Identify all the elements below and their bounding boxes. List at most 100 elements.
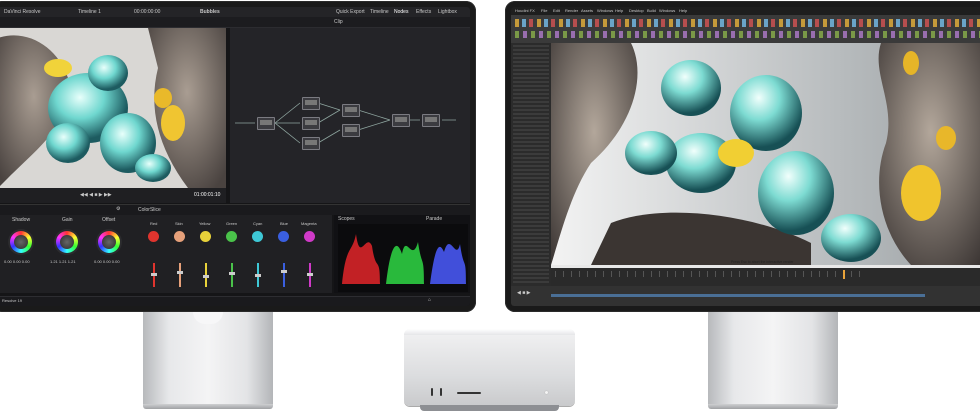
header-tab-quick-export[interactable]: Quick Export: [336, 9, 365, 15]
node-04[interactable]: [302, 137, 320, 150]
bottom-track[interactable]: [551, 294, 925, 297]
slice-label-magenta: Magenta: [301, 221, 317, 226]
slice-yellow-swatch[interactable]: [200, 231, 211, 242]
node-07[interactable]: [392, 114, 410, 127]
right-stand-foot: [708, 404, 838, 409]
slice-slider-green[interactable]: [229, 263, 235, 287]
right-stand: [708, 312, 838, 404]
header-tab-effects[interactable]: Effects: [416, 9, 431, 15]
parade-scope: [338, 224, 468, 292]
slice-slider-red[interactable]: [151, 263, 157, 287]
shelf-icons[interactable]: [515, 19, 980, 27]
power-indicator: [545, 391, 548, 394]
header-tab-timeline[interactable]: Timeline: [370, 9, 389, 15]
menu-build[interactable]: Build: [647, 8, 656, 13]
panel-color-slice[interactable]: ColorSlice: [138, 207, 161, 213]
header-tab-nodes[interactable]: Nodes: [394, 9, 408, 15]
playbar[interactable]: [551, 268, 980, 286]
slice-blue-swatch[interactable]: [278, 231, 289, 242]
tree-rows[interactable]: [513, 45, 549, 284]
slice-slider-skin[interactable]: [177, 263, 183, 287]
viewport-render[interactable]: Press Esc to abort the interactive rende…: [551, 43, 980, 268]
menu-windows-2[interactable]: Windows: [659, 8, 675, 13]
node-08[interactable]: [422, 114, 440, 127]
app-version-label: Resolve 19: [2, 298, 23, 303]
slice-skin-swatch[interactable]: [174, 231, 185, 242]
slice-slider-magenta[interactable]: [307, 263, 313, 287]
node-05[interactable]: [342, 104, 360, 117]
wheel-label-offset: Offset: [102, 217, 116, 223]
slice-label-cyan: Cyan: [253, 221, 263, 226]
usb-c-port-1: [431, 388, 433, 396]
project-name[interactable]: DaVinci Resolve: [4, 9, 41, 15]
houdini-bottom-bar: ◀ ■ ▶: [511, 286, 980, 306]
slice-label-blue: Blue: [280, 221, 289, 226]
mac-studio-top: [404, 329, 575, 335]
slice-cyan-swatch[interactable]: [252, 231, 263, 242]
scope-type-select[interactable]: Parade: [426, 216, 442, 222]
menu-help[interactable]: Help: [615, 8, 623, 13]
clip-label[interactable]: Clip: [334, 19, 343, 25]
wheel-values-offset: 0.00 0.00 0.00: [94, 259, 120, 264]
right-display: Houdini FX File Edit Render Assets Windo…: [505, 1, 980, 312]
resolve-toolbar: Clip: [0, 17, 470, 28]
header-tab-lightbox[interactable]: Lightbox: [438, 9, 457, 15]
houdini-menubar: Houdini FX File Edit Render Assets Windo…: [511, 7, 980, 15]
page-bar: Resolve 19 ⌂: [0, 296, 470, 306]
slice-slider-cyan[interactable]: [255, 263, 261, 287]
wheel-label-shadow: Shadow: [12, 217, 31, 223]
scene-tree[interactable]: [511, 43, 551, 286]
viewer-timecode: 01:00:01:10: [194, 192, 221, 198]
scopes-title: Scopes: [338, 216, 355, 222]
node-02[interactable]: [302, 97, 320, 110]
render-caption: Press Esc to abort the interactive rende…: [731, 260, 794, 264]
left-stand: [143, 312, 273, 404]
timeline-cursor[interactable]: [843, 270, 845, 279]
home-icon[interactable]: ⌂: [428, 297, 431, 303]
menu-windows[interactable]: Windows: [597, 8, 613, 13]
shelf-icons-row2[interactable]: [515, 31, 980, 38]
play-icon[interactable]: ◀◀ ◀ ■ ▶ ▶▶: [80, 192, 112, 198]
left-stand-foot: [143, 404, 273, 409]
render-image: [0, 28, 226, 188]
menu-assets[interactable]: Assets: [581, 8, 593, 13]
node-graph[interactable]: [230, 28, 470, 203]
slice-green-swatch[interactable]: [226, 231, 237, 242]
timeline-ruler[interactable]: [555, 271, 865, 277]
usb-c-port-2: [440, 388, 442, 396]
menu-file[interactable]: File: [541, 8, 547, 13]
sd-card-slot: [457, 392, 481, 394]
houdini-window[interactable]: Houdini FX File Edit Render Assets Windo…: [511, 7, 980, 306]
viewer-image: [0, 28, 226, 188]
node-06[interactable]: [342, 124, 360, 137]
play-controls[interactable]: ◀ ■ ▶: [517, 290, 531, 296]
slice-label-yellow: Yellow: [199, 221, 211, 226]
color-wheel-offset[interactable]: [98, 231, 120, 253]
shelf-toolbar[interactable]: [511, 15, 980, 43]
slice-label-green: Green: [226, 221, 238, 226]
menu-desktop[interactable]: Desktop: [629, 8, 644, 13]
mac-studio: [404, 329, 575, 406]
slice-label-red: Red: [150, 221, 158, 226]
menu-app[interactable]: Houdini FX: [515, 8, 535, 13]
slice-red-swatch[interactable]: [148, 231, 159, 242]
transport-bar: ◀◀ ◀ ■ ▶ ▶▶ 01:00:01:10: [0, 188, 226, 203]
grading-panel: Shadow Gain Offset 0.00 0.00 0.00 1.21 1…: [0, 215, 332, 293]
slice-slider-blue[interactable]: [281, 263, 287, 287]
slice-magenta-swatch[interactable]: [304, 231, 315, 242]
resolve-window[interactable]: DaVinci Resolve Timeline 1 00:00:00:00 B…: [0, 7, 470, 306]
color-wheel-gain[interactable]: [56, 231, 78, 253]
menu-edit[interactable]: Edit: [553, 8, 560, 13]
timeline-name[interactable]: Timeline 1: [78, 9, 101, 15]
window-title: Bubbles: [200, 9, 220, 15]
left-display: DaVinci Resolve Timeline 1 00:00:00:00 B…: [0, 1, 476, 312]
menu-help-2[interactable]: Help: [679, 8, 687, 13]
gear-icon[interactable]: ⚙: [116, 206, 120, 212]
slice-slider-yellow[interactable]: [203, 263, 209, 287]
scopes-panel: Scopes Parade: [334, 215, 470, 293]
menu-render[interactable]: Render: [565, 8, 578, 13]
node-03[interactable]: [302, 117, 320, 130]
render-image-houdini: [551, 43, 980, 265]
color-wheel-shadow[interactable]: [10, 231, 32, 253]
node-01[interactable]: [257, 117, 275, 130]
